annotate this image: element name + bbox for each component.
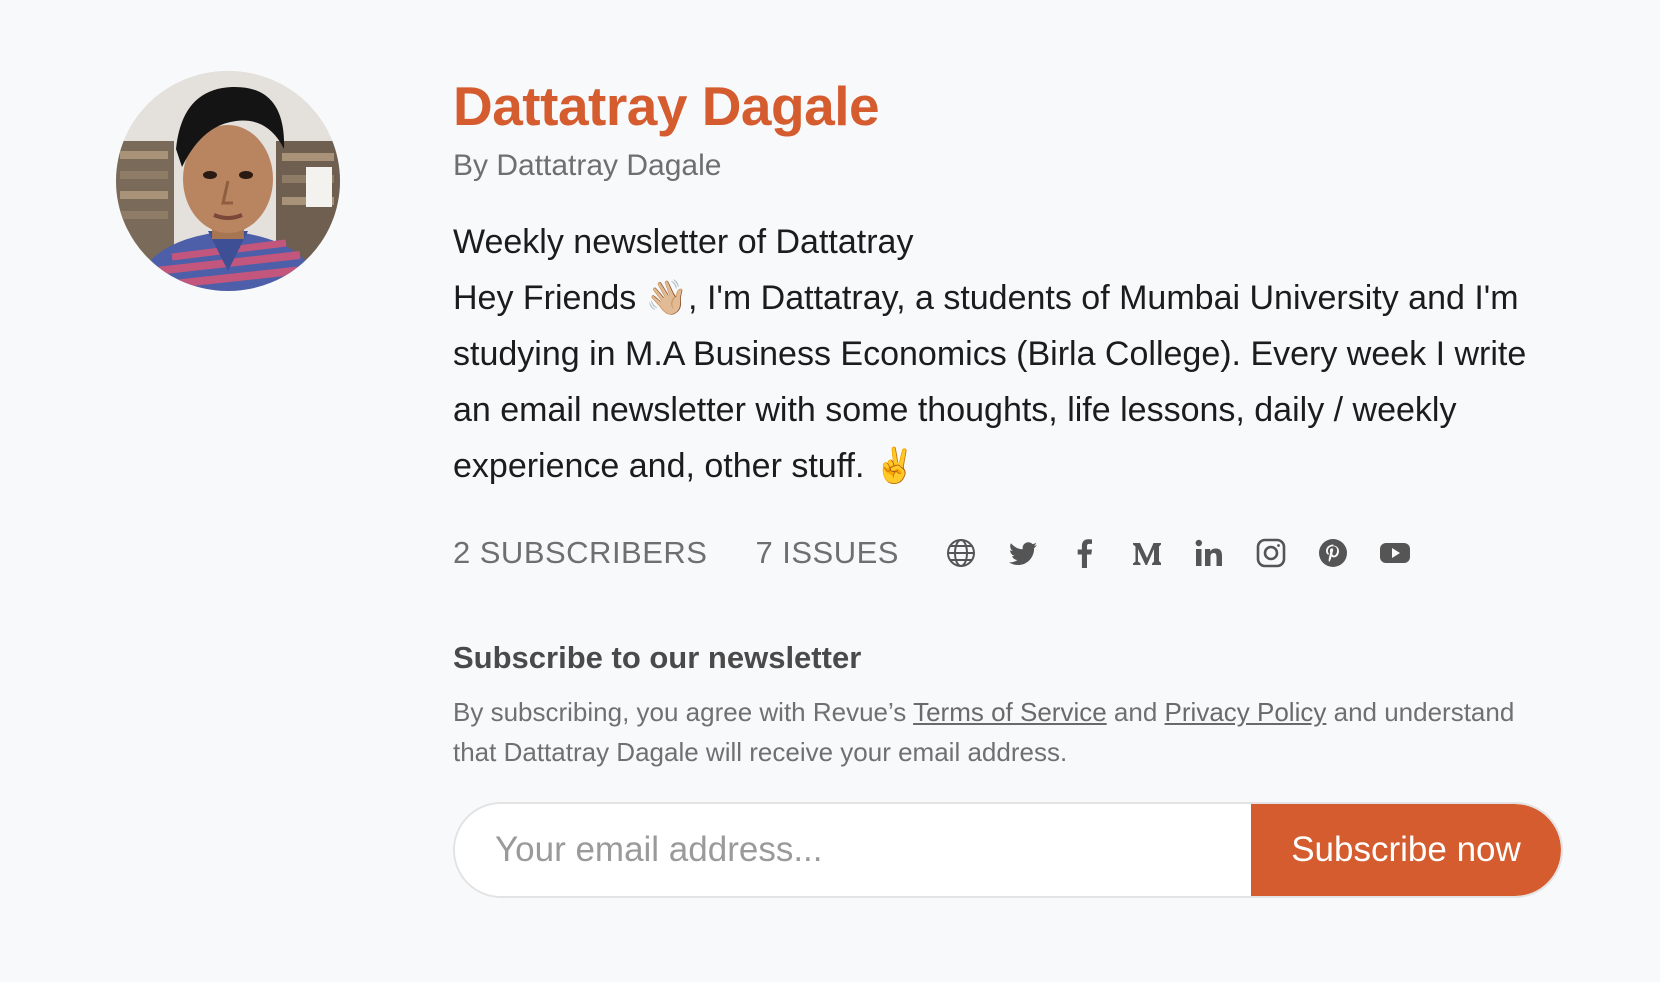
subscribers-count: 2 [453,535,471,570]
subscribers-label: SUBSCRIBERS [479,535,708,570]
avatar-photo [116,71,340,291]
issues-label: ISSUES [782,535,899,570]
subscribe-form: Subscribe now [453,802,1563,898]
subscribe-heading: Subscribe to our newsletter [453,640,862,675]
subscribe-button[interactable]: Subscribe now [1251,804,1561,896]
globe-icon[interactable] [945,537,977,569]
description-heading: Weekly newsletter of Dattatray [453,223,914,261]
newsletter-title[interactable]: Dattatray Dagale [453,70,1563,142]
terms-of-service-link[interactable]: Terms of Service [913,697,1107,727]
issues-count: 7 [755,535,774,570]
description-body: Hey Friends 👋🏼, I'm Dattatray, a student… [453,279,1527,485]
facebook-icon[interactable] [1069,537,1101,569]
stats-row: 2 SUBSCRIBERS 7 ISSUES [453,528,1563,578]
linkedin-icon[interactable] [1193,537,1225,569]
instagram-icon[interactable] [1255,537,1287,569]
youtube-icon[interactable] [1379,537,1411,569]
twitter-icon[interactable] [1007,537,1039,569]
author-byline: By Dattatray Dagale [453,149,722,182]
legal-and: and [1113,697,1158,727]
email-input[interactable] [455,804,1251,896]
medium-icon[interactable] [1131,537,1163,569]
newsletter-description: Weekly newsletter of Dattatray Hey Frien… [453,214,1563,494]
avatar [116,71,340,291]
pinterest-icon[interactable] [1317,537,1349,569]
privacy-policy-link[interactable]: Privacy Policy [1165,697,1327,727]
social-links [945,537,1411,569]
subscribe-legal-text: By subscribing, you agree with Revue’s T… [453,692,1563,772]
legal-prefix: By subscribing, you agree with Revue’s [453,697,907,727]
issues-stat[interactable]: 7 ISSUES [755,535,898,571]
newsletter-profile: Dattatray Dagale By Dattatray Dagale Wee… [453,70,1563,898]
subscribers-stat: 2 SUBSCRIBERS [453,535,707,571]
